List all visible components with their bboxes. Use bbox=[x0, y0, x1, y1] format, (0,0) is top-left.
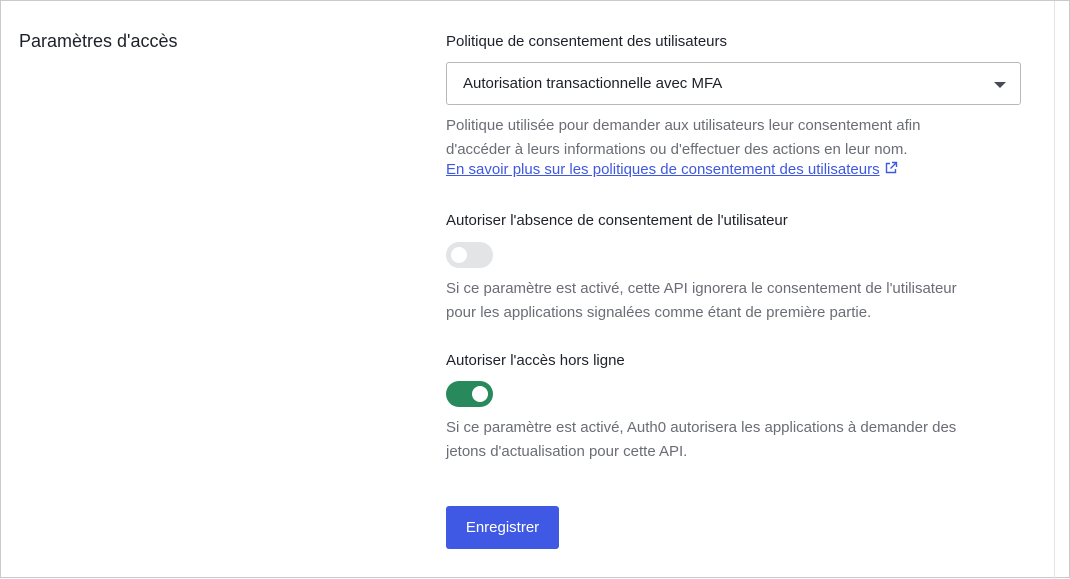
consent-policy-learn-more-link[interactable]: En savoir plus sur les politiques de con… bbox=[446, 161, 898, 178]
offline-access-toggle[interactable] bbox=[446, 381, 493, 407]
section-title: Paramètres d'accès bbox=[19, 31, 178, 51]
help-line: Politique utilisée pour demander aux uti… bbox=[446, 117, 921, 134]
skip-consent-label: Autoriser l'absence de consentement de l… bbox=[446, 212, 788, 229]
settings-panel: Paramètres d'accès Politique de consente… bbox=[0, 0, 1070, 579]
scrollbar-track bbox=[1054, 1, 1055, 579]
help-line: Si ce paramètre est activé, Auth0 autori… bbox=[446, 419, 957, 436]
consent-policy-label: Politique de consentement des utilisateu… bbox=[446, 33, 728, 50]
help-line: jetons d'actualisation pour cette API. bbox=[446, 442, 688, 460]
help-line: pour les applications signalées comme ét… bbox=[446, 303, 872, 321]
consent-policy-selected-value: Autorisation transactionnelle avec MFA bbox=[463, 75, 723, 92]
toggle-knob bbox=[472, 386, 488, 402]
toggle-knob bbox=[451, 247, 467, 263]
skip-consent-toggle[interactable] bbox=[446, 242, 493, 268]
consent-policy-help: Politique utilisée pour demander aux uti… bbox=[446, 114, 1006, 161]
skip-consent-help: Si ce paramètre est activé, cette API ig… bbox=[446, 277, 1006, 324]
chevron-down-icon bbox=[994, 82, 1006, 88]
consent-policy-select[interactable]: Autorisation transactionnelle avec MFA bbox=[446, 62, 1021, 105]
learn-more-link-text: En savoir plus sur les politiques de con… bbox=[446, 161, 880, 178]
offline-access-help: Si ce paramètre est activé, Auth0 autori… bbox=[446, 416, 1006, 463]
help-line: d'accéder à leurs informations ou d'effe… bbox=[446, 140, 908, 158]
external-link-icon bbox=[885, 161, 897, 174]
help-line: Si ce paramètre est activé, cette API ig… bbox=[446, 280, 957, 297]
offline-access-label: Autoriser l'accès hors ligne bbox=[446, 352, 625, 369]
save-button[interactable]: Enregistrer bbox=[446, 506, 559, 549]
